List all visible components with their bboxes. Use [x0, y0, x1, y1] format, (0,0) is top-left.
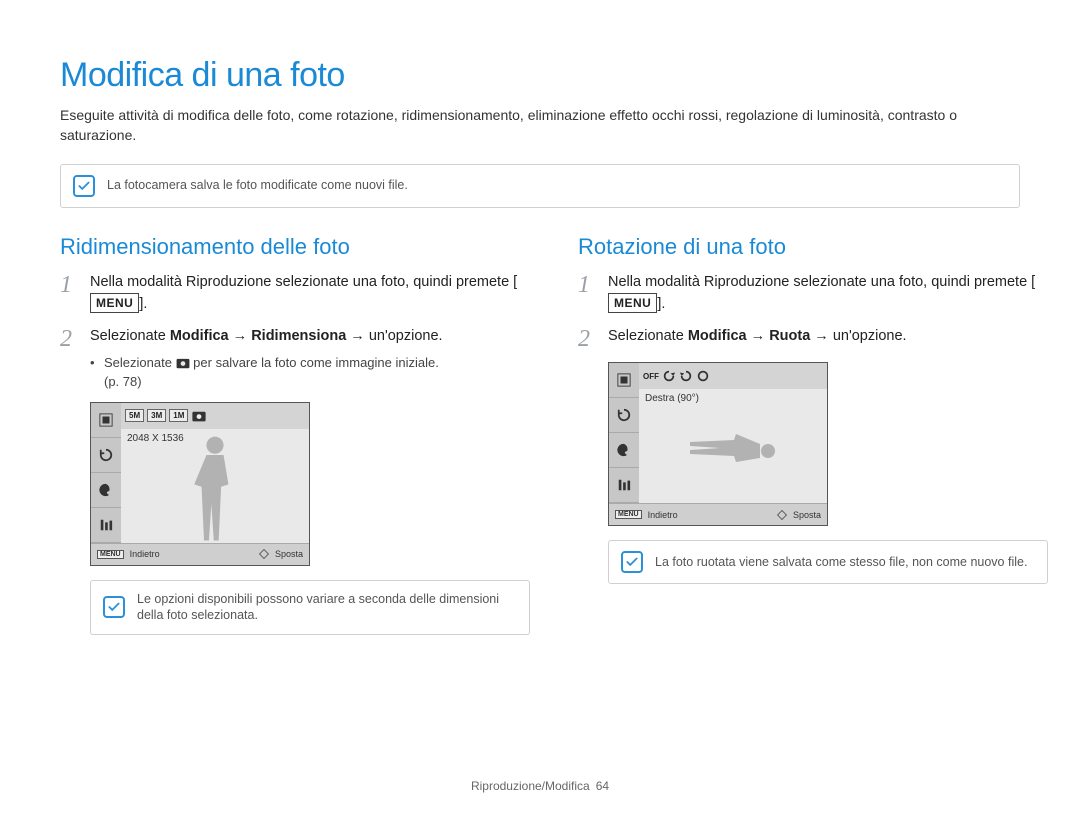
dpad-icon	[777, 510, 787, 520]
step2-text-e: → un'opzione.	[346, 328, 442, 344]
menu-badge: MENU	[97, 550, 124, 559]
top-note-box: La fotocamera salva le foto modificate c…	[60, 164, 1020, 208]
step2-bold-2: Ridimensiona	[251, 328, 346, 344]
step-number: 2	[60, 326, 80, 391]
step2-bold-1: Modifica	[170, 328, 229, 344]
cam-resolution-label: 2048 X 1536	[127, 433, 184, 444]
cam-toprow: OFF	[639, 363, 827, 389]
person-silhouette	[185, 433, 245, 543]
page-title: Modifica di una foto	[60, 56, 1020, 95]
size-option: 3M	[147, 409, 166, 422]
step1-text-b: ].	[139, 296, 147, 312]
rotate-left-icon	[679, 369, 693, 383]
footer-section: Riproduzione/Modifica	[471, 779, 590, 793]
menu-button-label: MENU	[608, 293, 657, 313]
step1-text-a: Nella modalità Riproduzione selezionate …	[90, 274, 517, 290]
cam-sidebar	[609, 363, 639, 503]
left-step-2: 2 Selezionate Modifica → Ridimensiona → …	[60, 326, 530, 391]
intro-paragraph: Eseguite attività di modifica delle foto…	[60, 105, 1020, 146]
arrow: →	[747, 328, 770, 344]
step-number: 1	[60, 272, 80, 317]
move-label: Sposta	[275, 549, 303, 559]
left-heading: Ridimensionamento delle foto	[60, 234, 530, 260]
step2-bold-1: Modifica	[688, 328, 747, 344]
step-number: 1	[578, 272, 598, 317]
page-footer: Riproduzione/Modifica 64	[0, 779, 1080, 793]
startup-image-icon	[191, 410, 207, 422]
cam-toprow: 5M 3M 1M	[121, 403, 309, 429]
right-step-1: 1 Nella modalità Riproduzione selezionat…	[578, 272, 1048, 317]
rotate-right-icon	[662, 369, 676, 383]
person-silhouette-rotated	[673, 431, 793, 471]
back-label: Indietro	[130, 549, 160, 559]
cam-sidebar	[91, 403, 121, 543]
step1-text-b: ].	[657, 296, 665, 312]
cam-footer: MENU Indietro Sposta	[91, 543, 309, 565]
note-icon	[621, 551, 643, 573]
arrow: →	[229, 328, 252, 344]
right-column: Rotazione di una foto 1 Nella modalità R…	[578, 234, 1048, 662]
page-reference: (p. 78)	[90, 372, 443, 392]
resize-icon	[609, 363, 639, 398]
palette-icon	[609, 433, 639, 468]
step-number: 2	[578, 326, 598, 352]
left-bottom-note: Le opzioni disponibili possono variare a…	[90, 580, 530, 636]
sub-bullet: Selezionate per salvare la foto come imm…	[90, 354, 443, 372]
right-heading: Rotazione di una foto	[578, 234, 1048, 260]
menu-button-label: MENU	[90, 293, 139, 313]
palette-icon	[91, 473, 121, 508]
rotate-icon	[91, 438, 121, 473]
bullet-b: per salvare la foto come immagine inizia…	[190, 355, 439, 370]
startup-image-icon	[176, 357, 190, 369]
bullet-a: Selezionate	[104, 355, 176, 370]
step2-bold-2: Ruota	[769, 328, 810, 344]
right-bottom-note: La foto ruotata viene salvata come stess…	[608, 540, 1048, 584]
right-camera-screenshot: OFF Destra (90°) MENU Indietro	[608, 362, 828, 526]
rotate-icon	[609, 398, 639, 433]
cam-footer: MENU Indietro Sposta	[609, 503, 827, 525]
note-text: Le opzioni disponibili possono variare a…	[137, 591, 517, 625]
step2-text-e: → un'opzione.	[810, 328, 906, 344]
note-icon	[103, 596, 125, 618]
left-column: Ridimensionamento delle foto 1 Nella mod…	[60, 234, 530, 662]
back-label: Indietro	[648, 510, 678, 520]
step2-text-a: Selezionate	[608, 328, 688, 344]
size-option: 1M	[169, 409, 188, 422]
left-camera-screenshot: 5M 3M 1M 2048 X 1536 MENU Indietro	[90, 402, 310, 566]
note-text: La fotocamera salva le foto modificate c…	[107, 177, 408, 194]
adjust-icon	[609, 468, 639, 503]
off-icon: OFF	[643, 372, 659, 381]
right-step-2: 2 Selezionate Modifica → Ruota → un'opzi…	[578, 326, 1048, 352]
footer-page-number: 64	[596, 779, 609, 793]
note-icon	[73, 175, 95, 197]
step1-text-a: Nella modalità Riproduzione selezionate …	[608, 274, 1035, 290]
size-option: 5M	[125, 409, 144, 422]
dpad-icon	[259, 549, 269, 559]
menu-badge: MENU	[615, 510, 642, 519]
left-step-1: 1 Nella modalità Riproduzione selezionat…	[60, 272, 530, 317]
rotate-180-icon	[696, 369, 710, 383]
cam-rotate-label: Destra (90°)	[645, 393, 699, 404]
move-label: Sposta	[793, 510, 821, 520]
step2-text-a: Selezionate	[90, 328, 170, 344]
resize-icon	[91, 403, 121, 438]
adjust-icon	[91, 508, 121, 543]
note-text: La foto ruotata viene salvata come stess…	[655, 554, 1027, 571]
